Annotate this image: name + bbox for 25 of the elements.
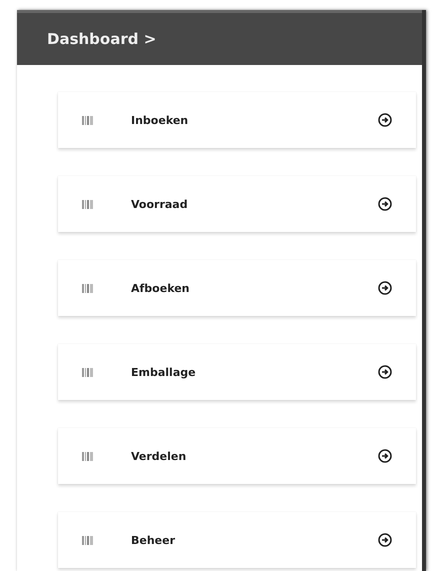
menu-card[interactable]: Afboeken [58,260,416,316]
arrow-circle-icon[interactable] [378,113,392,127]
barcode-icon [82,284,93,292]
barcode-icon [82,116,93,124]
menu-label: Emballage [131,366,197,378]
menu-card[interactable]: Emballage [58,344,416,400]
menu-card[interactable]: Verdelen [58,428,416,484]
menu-label: Afboeken [131,282,191,294]
menu-label: Voorraad [131,198,189,210]
arrow-circle-icon[interactable] [378,197,392,211]
menu-card[interactable]: Inboeken [58,92,416,148]
arrow-circle-icon[interactable] [378,533,392,547]
menu-label: Beheer [131,534,176,546]
barcode-icon [82,368,93,376]
barcode-icon [82,536,93,544]
arrow-circle-icon[interactable] [378,281,392,295]
barcode-icon [82,452,93,460]
arrow-circle-icon[interactable] [378,365,392,379]
menu-card[interactable]: Voorraad [58,176,416,232]
breadcrumb-title[interactable]: Dashboard > [47,30,156,48]
menu-card[interactable]: Beheer [58,512,416,568]
menu-label: Inboeken [131,114,190,126]
barcode-icon [82,200,93,208]
menu-label: Verdelen [131,450,188,462]
arrow-circle-icon[interactable] [378,449,392,463]
